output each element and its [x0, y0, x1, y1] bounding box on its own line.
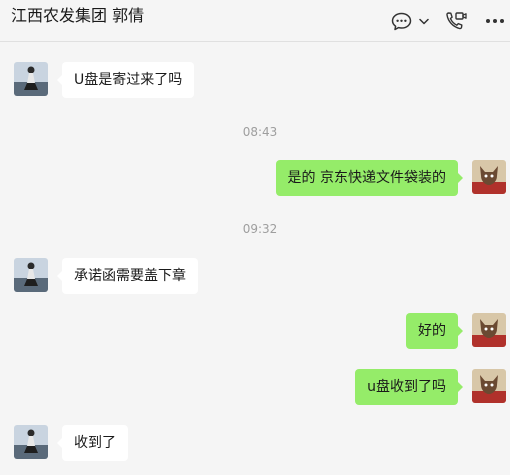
my-avatar[interactable]: [472, 160, 506, 194]
chat-title: 江西农发集团 郭倩: [11, 6, 145, 25]
more-icon[interactable]: [484, 10, 506, 32]
timestamp: 09:32: [242, 222, 278, 236]
message-bubble-outgoing[interactable]: u盘收到了吗: [355, 369, 463, 405]
message-bubble-outgoing[interactable]: 好的: [406, 313, 463, 349]
video-call-icon[interactable]: [444, 10, 468, 32]
contact-avatar[interactable]: [14, 425, 48, 459]
message-bubble-incoming[interactable]: U盘是寄过来了吗: [56, 62, 195, 98]
contact-avatar[interactable]: [14, 62, 48, 96]
message-bubble-outgoing[interactable]: 是的 京东快递文件袋装的: [275, 160, 464, 196]
contact-avatar[interactable]: [14, 258, 48, 292]
chat-header: 江西农发集团 郭倩: [0, 0, 510, 42]
timestamp: 08:43: [242, 125, 278, 139]
my-avatar[interactable]: [472, 313, 506, 347]
chevron-down-icon[interactable]: [417, 10, 431, 32]
message-bubble-incoming[interactable]: 收到了: [57, 425, 128, 461]
message-bubble-incoming[interactable]: 承诺函需要盖下章: [57, 258, 198, 294]
chat-bubble-icon[interactable]: [390, 10, 412, 32]
my-avatar[interactable]: [472, 369, 506, 403]
